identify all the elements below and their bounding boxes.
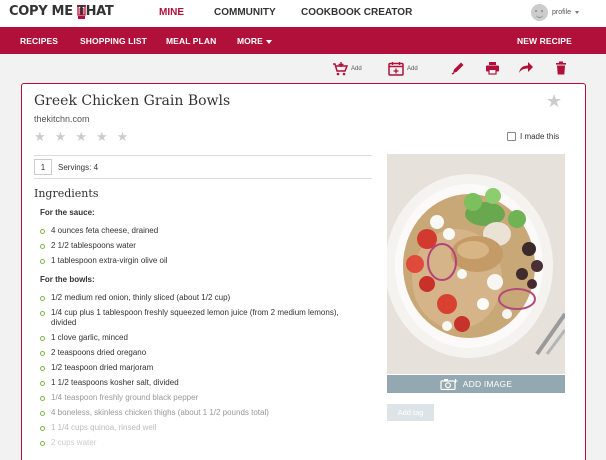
top-header: COPY ME THAT MINE COMMUNITY COOKBOOK CRE… <box>0 0 606 27</box>
add-to-cart-label: Add <box>351 65 362 72</box>
nav-more-label: MORE <box>237 36 263 46</box>
logo[interactable]: COPY ME THAT <box>9 4 114 19</box>
chevron-down-icon <box>575 11 580 14</box>
share-icon <box>519 62 533 73</box>
nav-meal-plan[interactable]: MEAL PLAN <box>166 36 216 46</box>
main-navbar: RECIPES SHOPPING LIST MEAL PLAN MORE NEW… <box>0 27 606 54</box>
ingredients-heading: Ingredients <box>34 187 99 200</box>
ingredient-item: 2 1/2 tablespoons water <box>40 241 362 251</box>
rating-star-icon[interactable]: ★ <box>55 130 67 143</box>
add-image-label: ADD IMAGE <box>462 379 513 389</box>
profile-label: profile <box>552 9 572 16</box>
servings-input[interactable]: 1 <box>34 159 52 175</box>
nav-more[interactable]: MORE <box>237 36 272 46</box>
pencil-icon <box>451 62 464 75</box>
sauce-section-label: For the sauce: <box>40 208 95 217</box>
rating-star-icon[interactable]: ★ <box>117 130 129 143</box>
add-to-cart-button[interactable]: Add <box>332 61 362 76</box>
recipe-photo <box>387 154 565 374</box>
bowls-section-label: For the bowls: <box>40 275 95 284</box>
sauce-ingredient-list: 4 ounces feta cheese, drained 2 1/2 tabl… <box>40 226 362 271</box>
ingredient-item: 1/4 cup plus 1 tablespoon freshly squeez… <box>40 308 362 328</box>
print-button[interactable] <box>485 61 500 75</box>
ingredient-item: 4 ounces feta cheese, drained <box>40 226 362 236</box>
ingredient-item: 1/2 medium red onion, thinly sliced (abo… <box>40 293 362 303</box>
share-button[interactable] <box>518 61 534 75</box>
ingredient-item: 1/2 teaspoon dried marjoram <box>40 363 362 373</box>
recipe-title: Greek Chicken Grain Bowls <box>34 93 231 109</box>
nav-community[interactable]: COMMUNITY <box>214 7 276 18</box>
add-tag-button[interactable]: Add tag <box>387 404 434 421</box>
nav-mine[interactable]: MINE <box>159 7 184 18</box>
new-recipe-button[interactable]: NEW RECIPE <box>517 36 572 46</box>
servings-row: 1 Servings: 4 <box>34 155 372 179</box>
recipe-card: Greek Chicken Grain Bowls ★ thekitchn.co… <box>21 83 586 460</box>
calendar-add-icon <box>388 62 404 76</box>
add-image-button[interactable]: ADD IMAGE <box>387 375 565 393</box>
servings-label: Servings: 4 <box>58 162 99 172</box>
ingredient-item: 2 cups water <box>40 438 362 448</box>
cart-add-icon <box>333 62 348 76</box>
add-to-meal-plan-label: Add <box>407 65 418 72</box>
nav-recipes[interactable]: RECIPES <box>20 36 58 46</box>
delete-button[interactable] <box>555 61 567 75</box>
trash-icon <box>556 61 566 75</box>
avatar <box>531 4 548 21</box>
rating-star-icon[interactable]: ★ <box>96 130 108 143</box>
camera-icon <box>440 379 458 390</box>
bowls-ingredient-list: 1/2 medium red onion, thinly sliced (abo… <box>40 293 362 453</box>
ingredient-item: 1 clove garlic, minced <box>40 333 362 343</box>
nav-cookbook-creator[interactable]: COOKBOOK CREATOR <box>301 7 412 18</box>
ingredient-item: 1 tablespoon extra-virgin olive oil <box>40 256 362 266</box>
ingredient-item: 2 teaspoons dried oregano <box>40 348 362 358</box>
recipe-source-link[interactable]: thekitchn.com <box>34 114 90 124</box>
add-to-meal-plan-button[interactable]: Add <box>388 61 418 76</box>
nav-shopping-list[interactable]: SHOPPING LIST <box>80 36 147 46</box>
food-bowl-image <box>387 154 565 374</box>
chef-hat-icon <box>77 5 86 19</box>
made-this-label: I made this <box>520 132 560 141</box>
star-rating: ★ ★ ★ ★ ★ <box>34 130 128 143</box>
favorite-star-icon[interactable]: ★ <box>546 92 562 110</box>
made-this-checkbox[interactable] <box>507 132 516 141</box>
ingredient-item: 1/4 teaspoon freshly ground black pepper <box>40 393 362 403</box>
ingredient-item: 4 boneless, skinless chicken thighs (abo… <box>40 408 362 418</box>
ingredient-item: 1 1/2 teaspoons kosher salt, divided <box>40 378 362 388</box>
rating-star-icon[interactable]: ★ <box>34 130 46 143</box>
edit-button[interactable] <box>451 61 465 75</box>
rating-star-icon[interactable]: ★ <box>75 130 87 143</box>
ingredient-item: 1 1/4 cups quinoa, rinsed well <box>40 423 362 433</box>
profile-menu[interactable]: profile <box>531 4 580 21</box>
caret-down-icon <box>265 39 272 44</box>
made-this-toggle[interactable]: I made this <box>507 132 559 141</box>
printer-icon <box>486 62 499 75</box>
